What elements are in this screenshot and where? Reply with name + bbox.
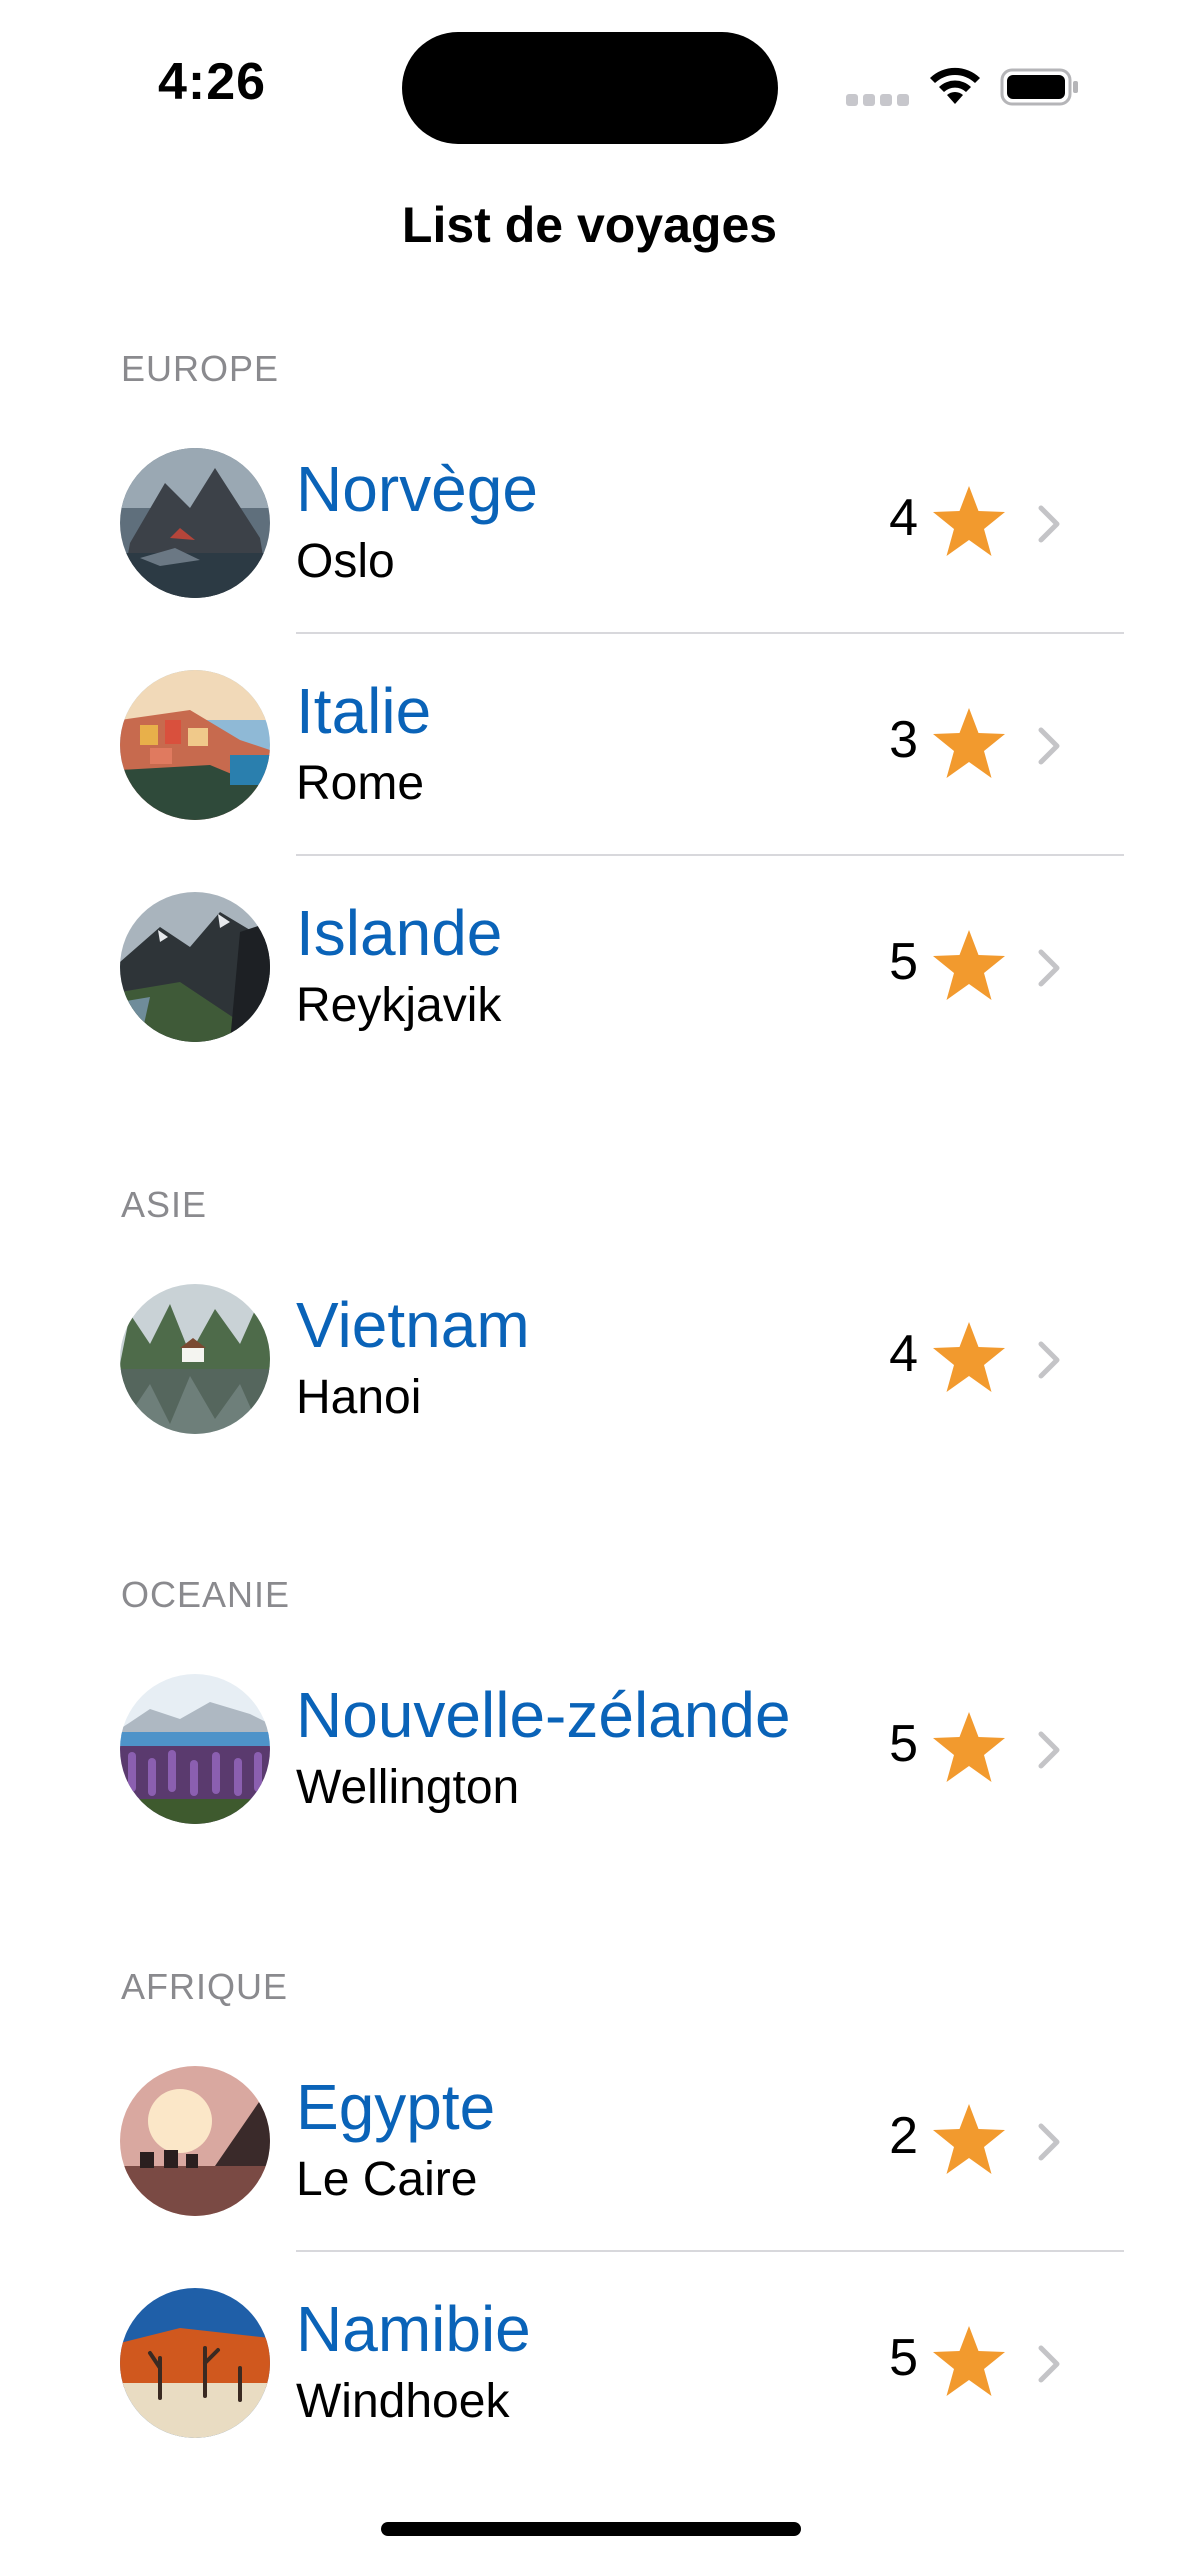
- star-icon: [933, 486, 1005, 556]
- country-name: Islande: [296, 897, 503, 969]
- star-icon: [933, 930, 1005, 1000]
- city-name: Hanoi: [296, 1371, 422, 1424]
- rating-value: 5: [889, 1715, 918, 1773]
- destination-thumbnail: [120, 1674, 270, 1824]
- list-item-namibie[interactable]: Namibie Windhoek 5: [0, 2252, 1179, 2474]
- destination-thumbnail: [120, 2288, 270, 2438]
- destination-thumbnail: [120, 2066, 270, 2216]
- list-item-nouvelle-zelande[interactable]: Nouvelle-zélande Wellington 5: [0, 1638, 1179, 1860]
- list-item-vietnam[interactable]: Vietnam Hanoi 4: [0, 1248, 1179, 1470]
- list-item-italie[interactable]: Italie Rome 3: [0, 634, 1179, 856]
- country-name: Egypte: [296, 2071, 496, 2143]
- country-name: Italie: [296, 675, 432, 747]
- cellular-signal-icon: [846, 94, 909, 106]
- rating-value: 3: [889, 711, 918, 769]
- chevron-right-icon: [1038, 1341, 1060, 1379]
- country-name: Vietnam: [296, 1289, 530, 1361]
- section-header-afrique: AFRIQUE: [121, 1966, 289, 2007]
- city-name: Reykjavik: [296, 979, 502, 1032]
- status-time: 4:26: [158, 53, 267, 111]
- star-icon: [933, 1712, 1005, 1782]
- section-header-asie: ASIE: [121, 1184, 208, 1225]
- chevron-right-icon: [1038, 1731, 1060, 1769]
- city-name: Le Caire: [296, 2153, 478, 2206]
- chevron-right-icon: [1038, 949, 1060, 987]
- list-item-islande[interactable]: Islande Reykjavik 5: [0, 856, 1179, 1078]
- page-title: List de voyages: [401, 197, 778, 253]
- destination-thumbnail: [120, 448, 270, 598]
- dynamic-island: [402, 32, 778, 144]
- destination-thumbnail: [120, 670, 270, 820]
- rating-value: 4: [889, 1325, 918, 1383]
- star-icon: [933, 2326, 1005, 2396]
- city-name: Rome: [296, 757, 425, 810]
- section-header-europe: EUROPE: [121, 348, 280, 389]
- chevron-right-icon: [1038, 2345, 1060, 2383]
- chevron-right-icon: [1038, 505, 1060, 543]
- status-bar: 4:26: [0, 0, 1179, 160]
- chevron-right-icon: [1038, 727, 1060, 765]
- city-name: Oslo: [296, 535, 395, 588]
- star-icon: [933, 1322, 1005, 1392]
- country-name: Namibie: [296, 2293, 531, 2365]
- destination-thumbnail: [120, 1284, 270, 1434]
- country-name: Nouvelle-zélande: [296, 1679, 791, 1751]
- city-name: Wellington: [296, 1761, 520, 1814]
- battery-icon: [1000, 68, 1078, 106]
- rating-value: 2: [889, 2107, 918, 2165]
- chevron-right-icon: [1038, 2123, 1060, 2161]
- rating-value: 5: [889, 2329, 918, 2387]
- list-item-egypte[interactable]: Egypte Le Caire 2: [0, 2030, 1179, 2252]
- rating-value: 4: [889, 489, 918, 547]
- country-name: Norvège: [296, 453, 538, 525]
- list-item-norvege[interactable]: Norvège Oslo 4: [0, 412, 1179, 634]
- star-icon: [933, 2104, 1005, 2174]
- home-indicator[interactable]: [381, 2522, 801, 2536]
- rating-value: 5: [889, 933, 918, 991]
- section-header-oceanie: OCEANIE: [121, 1574, 291, 1615]
- city-name: Windhoek: [296, 2375, 510, 2428]
- destination-thumbnail: [120, 892, 270, 1042]
- star-icon: [933, 708, 1005, 778]
- wifi-icon: [930, 67, 980, 104]
